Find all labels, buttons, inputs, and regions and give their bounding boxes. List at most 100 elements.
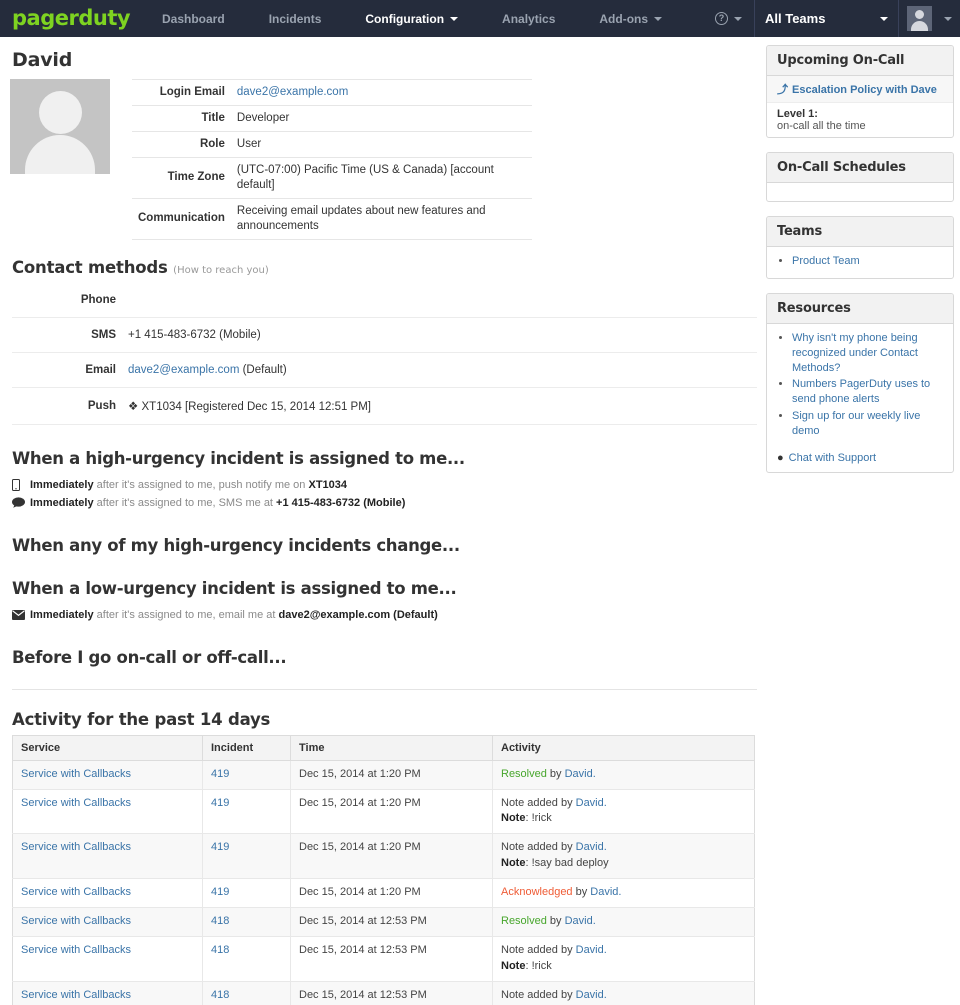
activity-status-line: Note added by David. — [501, 943, 746, 959]
contact-method-row: Emaildave2@example.com (Default) — [12, 352, 757, 387]
activity-service-cell[interactable]: Service with Callbacks — [13, 879, 203, 908]
actor-link[interactable]: David. — [590, 886, 621, 898]
nav-link-incidents[interactable]: Incidents — [247, 0, 344, 37]
oncall-level-name: Level 1: — [777, 108, 943, 120]
profile-info-row: Login Emaildave2@example.com — [132, 80, 532, 106]
table-row: Service with Callbacks418Dec 15, 2014 at… — [13, 937, 755, 982]
notification-rules: When a high-urgency incident is assigned… — [10, 449, 750, 667]
service-link[interactable]: Service with Callbacks — [21, 989, 131, 1001]
help-menu-button[interactable]: ? — [703, 0, 754, 37]
profile-info-value[interactable]: dave2@example.com — [231, 80, 532, 106]
activity-service-cell[interactable]: Service with Callbacks — [13, 937, 203, 982]
incident-link[interactable]: 419 — [211, 886, 229, 898]
actor-link[interactable]: David. — [565, 915, 596, 927]
activity-incident-cell[interactable]: 418 — [203, 982, 291, 1005]
resource-link[interactable]: Sign up for our weekly live demo — [792, 410, 920, 437]
chat-with-support-link[interactable]: Chat with Support — [789, 452, 876, 464]
contact-email-link[interactable]: dave2@example.com — [128, 364, 239, 376]
user-menu-button[interactable] — [899, 0, 960, 37]
actor-link[interactable]: David. — [576, 944, 607, 956]
notification-rule-text: Immediately after it's assigned to me, p… — [30, 479, 347, 491]
escalation-policy-row[interactable]: ⤴Escalation Policy with Dave — [767, 76, 953, 103]
note-text: : !rick — [525, 960, 551, 972]
contact-method-value[interactable]: dave2@example.com (Default) — [122, 352, 757, 387]
incident-link[interactable]: 419 — [211, 768, 229, 780]
activity-incident-cell[interactable]: 419 — [203, 760, 291, 789]
notification-rule-item[interactable]: Immediately after it's assigned to me, e… — [10, 606, 750, 624]
pagerduty-logo[interactable]: pagerduty — [0, 0, 140, 37]
service-link[interactable]: Service with Callbacks — [21, 886, 131, 898]
chat-with-support-row[interactable]: ● Chat with Support — [767, 448, 953, 472]
list-item[interactable]: Why isn't my phone being recognized unde… — [792, 331, 943, 376]
column-header-service[interactable]: Service — [13, 735, 203, 760]
notification-rule-item[interactable]: Immediately after it's assigned to me, p… — [10, 476, 750, 494]
notification-rule-heading: Before I go on-call or off-call... — [12, 648, 750, 667]
service-link[interactable]: Service with Callbacks — [21, 944, 131, 956]
actor-link[interactable]: David. — [576, 797, 607, 809]
contact-method-label: Phone — [12, 283, 122, 318]
incident-link[interactable]: 418 — [211, 989, 229, 1001]
avatar — [907, 6, 932, 31]
activity-service-cell[interactable]: Service with Callbacks — [13, 982, 203, 1005]
team-link[interactable]: Product Team — [792, 255, 860, 267]
activity-service-cell[interactable]: Service with Callbacks — [13, 834, 203, 879]
service-link[interactable]: Service with Callbacks — [21, 841, 131, 853]
speech-bubble-icon — [12, 497, 30, 508]
resources-card: Resources Why isn't my phone being recog… — [766, 293, 954, 473]
notification-rule-text: Immediately after it's assigned to me, e… — [30, 609, 438, 621]
nav-right-group: ? All Teams — [703, 0, 960, 37]
nav-link-dashboard[interactable]: Dashboard — [140, 0, 247, 37]
list-item[interactable]: Sign up for our weekly live demo — [792, 409, 943, 439]
actor-link[interactable]: David. — [565, 768, 596, 780]
teams-selector-label: All Teams — [765, 11, 825, 26]
table-row: Service with Callbacks419Dec 15, 2014 at… — [13, 879, 755, 908]
notification-rule-item[interactable]: Immediately after it's assigned to me, S… — [10, 494, 750, 512]
profile-email-link[interactable]: dave2@example.com — [237, 86, 348, 98]
contact-method-label: Push — [12, 387, 122, 424]
column-header-activity[interactable]: Activity — [493, 735, 755, 760]
activity-incident-cell[interactable]: 419 — [203, 789, 291, 834]
resource-link[interactable]: Numbers PagerDuty uses to send phone ale… — [792, 378, 930, 405]
teams-selector[interactable]: All Teams — [754, 0, 899, 37]
activity-status-line: Resolved by David. — [501, 767, 746, 783]
service-link[interactable]: Service with Callbacks — [21, 915, 131, 927]
column-header-incident[interactable]: Incident — [203, 735, 291, 760]
activity-incident-cell[interactable]: 418 — [203, 908, 291, 937]
nav-link-add-ons[interactable]: Add-ons — [577, 0, 684, 37]
nav-link-analytics[interactable]: Analytics — [480, 0, 577, 37]
mobile-phone-icon — [12, 479, 30, 491]
list-item[interactable]: Numbers PagerDuty uses to send phone ale… — [792, 377, 943, 407]
activity-service-cell[interactable]: Service with Callbacks — [13, 760, 203, 789]
incident-link[interactable]: 419 — [211, 841, 229, 853]
contact-method-value: ❖ XT1034 [Registered Dec 15, 2014 12:51 … — [122, 387, 757, 424]
contact-methods-table: PhoneSMS+1 415-483-6732 (Mobile)Emaildav… — [12, 283, 757, 425]
actor-link[interactable]: David. — [576, 989, 607, 1001]
resource-link[interactable]: Why isn't my phone being recognized unde… — [792, 332, 918, 374]
activity-by-text: by — [558, 944, 576, 956]
activity-by-text: by — [558, 841, 576, 853]
column-header-time[interactable]: Time — [291, 735, 493, 760]
list-item[interactable]: Product Team — [792, 254, 943, 269]
activity-incident-cell[interactable]: 419 — [203, 834, 291, 879]
activity-service-cell[interactable]: Service with Callbacks — [13, 789, 203, 834]
table-row: Service with Callbacks 418 Dec 15, 2014 at… — [13, 908, 755, 937]
service-link[interactable]: Service with Callbacks — [21, 797, 131, 809]
activity-status-line: Resolved by David. — [501, 914, 746, 930]
activity-time-cell: Dec 15, 2014 at 12:53 PM — [291, 908, 493, 937]
table-row: Service with Callbacks418Dec 15, 2014 at… — [13, 982, 755, 1005]
service-link[interactable]: Service with Callbacks — [21, 768, 131, 780]
activity-note-line: Note: !rick — [501, 811, 746, 827]
activity-by-text: by — [573, 886, 591, 898]
contact-method-label: Email — [12, 352, 122, 387]
activity-by-text: by — [558, 797, 576, 809]
nav-link-configuration[interactable]: Configuration — [343, 0, 480, 37]
table-row: Service with Callbacks419Dec 15, 2014 at… — [13, 789, 755, 834]
actor-link[interactable]: David. — [576, 841, 607, 853]
incident-link[interactable]: 418 — [211, 944, 229, 956]
activity-incident-cell[interactable]: 418 — [203, 937, 291, 982]
activity-service-cell[interactable]: Service with Callbacks — [13, 908, 203, 937]
incident-link[interactable]: 418 — [211, 915, 229, 927]
escalation-policy-link[interactable]: Escalation Policy with Dave — [792, 84, 937, 96]
incident-link[interactable]: 419 — [211, 797, 229, 809]
activity-incident-cell[interactable]: 419 — [203, 879, 291, 908]
